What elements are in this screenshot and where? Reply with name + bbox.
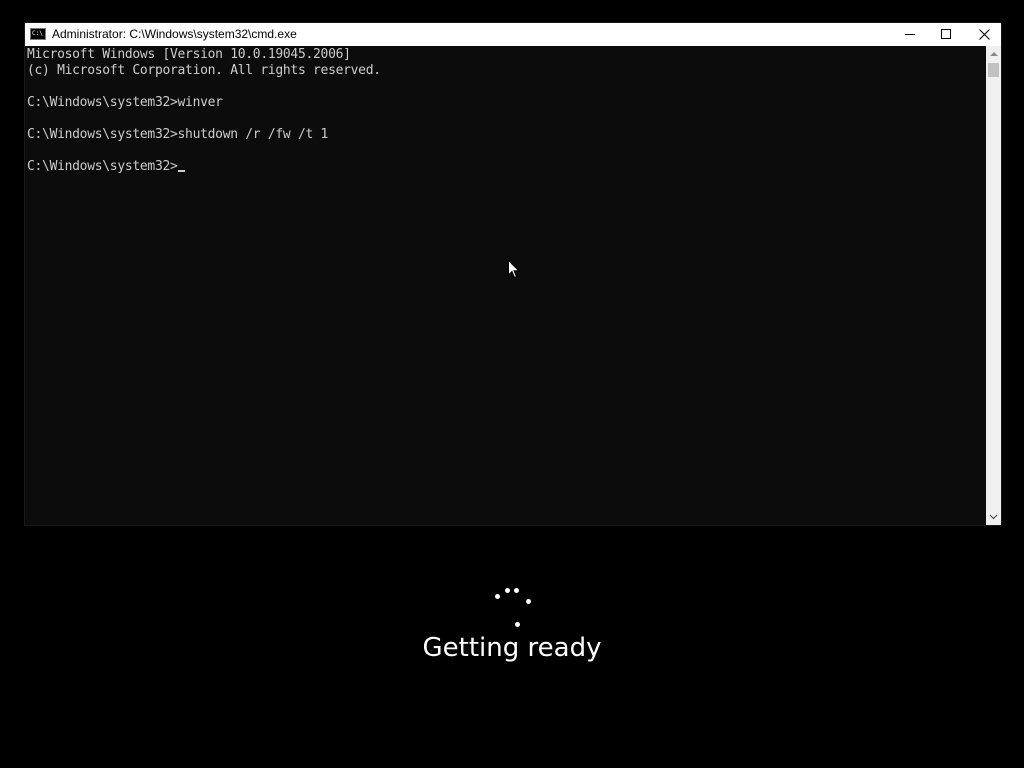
spinner-dot (514, 588, 519, 593)
scrollbar-thumb[interactable] (988, 63, 999, 77)
console-line: C:\Windows\system32>winver (27, 95, 223, 110)
getting-ready-text: Getting ready (422, 633, 602, 663)
close-button[interactable] (965, 23, 1003, 46)
console-line: C:\Windows\system32>shutdown /r /fw /t 1 (27, 127, 329, 142)
console-output[interactable]: Microsoft Windows [Version 10.0.19045.20… (25, 46, 986, 525)
maximize-icon (941, 29, 951, 39)
console-lines: Microsoft Windows [Version 10.0.19045.20… (27, 47, 381, 175)
minimize-button[interactable] (891, 23, 929, 46)
spinner-dot (505, 588, 510, 593)
minimize-icon (905, 34, 915, 35)
loading-spinner-icon (490, 583, 538, 631)
window-title: Administrator: C:\Windows\system32\cmd.e… (52, 27, 297, 41)
desktop: C:\ Administrator: C:\Windows\system32\c… (0, 0, 1024, 768)
console-line: Microsoft Windows [Version 10.0.19045.20… (27, 47, 351, 62)
spinner-dot (495, 594, 500, 599)
scroll-down-button[interactable] (986, 509, 1001, 525)
scroll-up-button[interactable] (986, 46, 1001, 62)
close-icon (979, 29, 990, 40)
text-cursor (177, 170, 185, 172)
title-bar[interactable]: C:\ Administrator: C:\Windows\system32\c… (25, 23, 1001, 46)
spinner-dot (526, 599, 531, 604)
console-line: (c) Microsoft Corporation. All rights re… (27, 63, 381, 78)
vertical-scrollbar[interactable] (986, 46, 1001, 525)
spinner-dot (515, 622, 520, 627)
cmd-icon[interactable]: C:\ (30, 28, 46, 40)
prompt-line[interactable]: C:\Windows\system32> (27, 159, 381, 175)
maximize-button[interactable] (927, 23, 965, 46)
chevron-down-icon (989, 514, 998, 520)
mouse-pointer-icon (508, 260, 520, 279)
prompt: C:\Windows\system32> (27, 159, 178, 174)
